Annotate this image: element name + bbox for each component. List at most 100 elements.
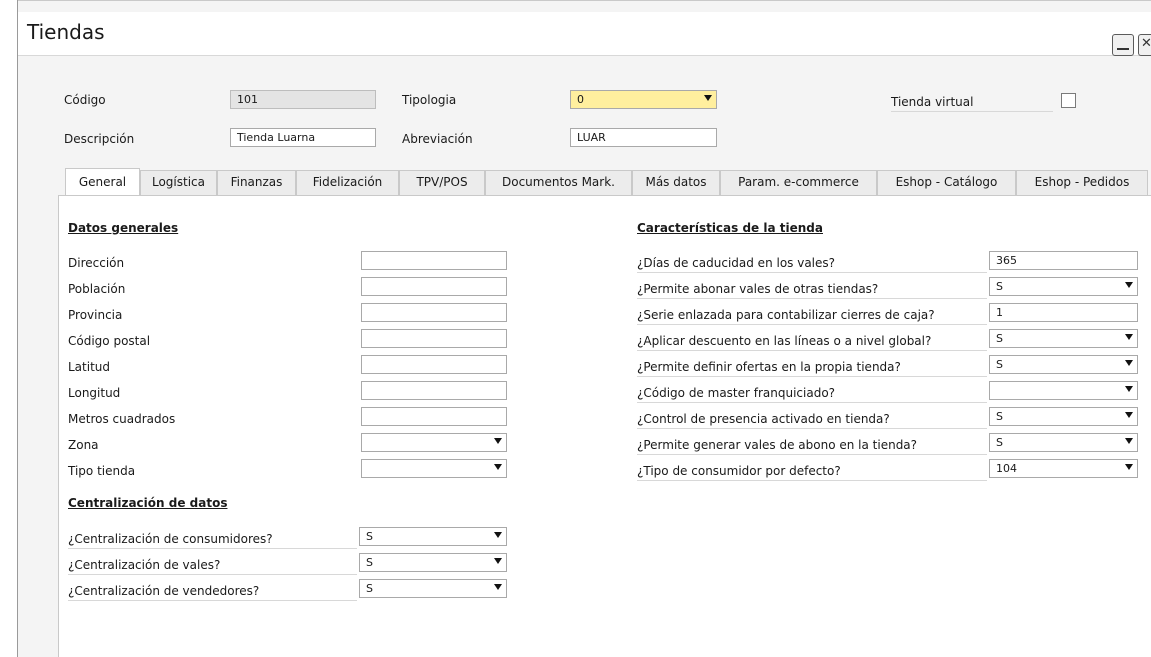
latitud-label: Latitud: [68, 360, 111, 374]
metros-cuadrados-label: Metros cuadrados: [68, 412, 176, 426]
definir-ofertas-underline: [637, 376, 987, 377]
control-presencia-label: ¿Control de presencia activado en tienda…: [637, 412, 890, 426]
provincia-label: Provincia: [68, 308, 123, 322]
tipologia-value: 0: [577, 93, 584, 106]
control-presencia-select[interactable]: S: [989, 407, 1138, 426]
centralizacion-consumidores-underline: [68, 548, 357, 549]
tipo-consumidor-underline: [637, 480, 987, 481]
poblacion-field[interactable]: [361, 277, 507, 296]
abonar-vales-select[interactable]: S: [989, 277, 1138, 296]
vales-abono-select[interactable]: S: [989, 433, 1138, 452]
tipologia-label: Tipologia: [402, 93, 457, 107]
control-presencia-value: S: [996, 410, 1003, 423]
serie-enlazada-label: ¿Serie enlazada para contabilizar cierre…: [637, 308, 935, 322]
abonar-vales-label: ¿Permite abonar vales de otras tiendas?: [637, 282, 879, 296]
centralizacion-vendedores-label: ¿Centralización de vendedores?: [68, 584, 260, 598]
tienda-virtual-underline: [891, 111, 1053, 112]
dias-caducidad-label: ¿Días de caducidad en los vales?: [637, 256, 836, 270]
close-button[interactable]: ✕: [1138, 34, 1151, 56]
general-tab-panel: Datos generales Dirección Población Prov…: [58, 195, 1151, 657]
chevron-down-icon: [1125, 438, 1133, 444]
chevron-down-icon: [1125, 334, 1133, 340]
longitud-field[interactable]: [361, 381, 507, 400]
tab-finanzas[interactable]: Finanzas: [217, 170, 296, 196]
minimize-button[interactable]: [1112, 34, 1134, 56]
longitud-label: Longitud: [68, 386, 121, 400]
close-icon: ✕: [1141, 36, 1151, 51]
abreviacion-field[interactable]: LUAR: [570, 128, 717, 147]
centralizacion-title: Centralización de datos: [68, 496, 228, 510]
aplicar-descuento-value: S: [996, 332, 1003, 345]
codigo-postal-label: Código postal: [68, 334, 151, 348]
dias-caducidad-field[interactable]: 365: [989, 251, 1138, 270]
abreviacion-label: Abreviación: [402, 132, 473, 146]
tiendas-window: Tiendas ✕ Código 101 Tipologia 0 Tienda …: [17, 0, 1151, 657]
master-franquiciado-select[interactable]: [989, 381, 1138, 400]
centralizacion-vales-label: ¿Centralización de vales?: [68, 558, 221, 572]
chevron-down-icon: [1125, 386, 1133, 392]
codigo-postal-field[interactable]: [361, 329, 507, 348]
centralizacion-vales-select[interactable]: S: [359, 553, 507, 572]
tab-fidelizacion[interactable]: Fidelización: [296, 170, 399, 196]
tab-mas-datos[interactable]: Más datos: [632, 170, 720, 196]
chevron-down-icon: [494, 558, 502, 564]
tienda-virtual-checkbox[interactable]: [1061, 93, 1076, 108]
tab-logistica[interactable]: Logística: [140, 170, 217, 196]
centralizacion-vendedores-select[interactable]: S: [359, 579, 507, 598]
serie-enlazada-underline: [637, 324, 987, 325]
centralizacion-vendedores-value: S: [366, 582, 373, 595]
centralizacion-consumidores-select[interactable]: S: [359, 527, 507, 546]
serie-enlazada-field[interactable]: 1: [989, 303, 1138, 322]
tipo-consumidor-value: 104: [996, 462, 1017, 475]
master-franquiciado-label: ¿Código de master franquiciado?: [637, 386, 836, 400]
chevron-down-icon: [1125, 360, 1133, 366]
vales-abono-value: S: [996, 436, 1003, 449]
tipo-tienda-select[interactable]: [361, 459, 507, 478]
tab-eshop-catalogo[interactable]: Eshop - Catálogo: [877, 170, 1016, 196]
poblacion-label: Población: [68, 282, 126, 296]
window-title: Tiendas: [27, 20, 105, 44]
chevron-down-icon: [494, 532, 502, 538]
definir-ofertas-select[interactable]: S: [989, 355, 1138, 374]
metros-cuadrados-field[interactable]: [361, 407, 507, 426]
tienda-virtual-label: Tienda virtual: [891, 95, 974, 109]
codigo-field: 101: [230, 90, 376, 109]
abonar-vales-value: S: [996, 280, 1003, 293]
tab-documentos-mark[interactable]: Documentos Mark.: [485, 170, 632, 196]
centralizacion-consumidores-label: ¿Centralización de consumidores?: [68, 532, 273, 546]
descripcion-label: Descripción: [64, 132, 135, 146]
chevron-down-icon: [494, 438, 502, 444]
centralizacion-consumidores-value: S: [366, 530, 373, 543]
vales-abono-underline: [637, 454, 987, 455]
descripcion-field[interactable]: Tienda Luarna: [230, 128, 376, 147]
direccion-label: Dirección: [68, 256, 125, 270]
tipo-consumidor-label: ¿Tipo de consumidor por defecto?: [637, 464, 841, 478]
definir-ofertas-label: ¿Permite definir ofertas en la propia ti…: [637, 360, 901, 374]
codigo-label: Código: [64, 93, 106, 107]
chevron-down-icon: [704, 95, 712, 101]
tipo-consumidor-select[interactable]: 104: [989, 459, 1138, 478]
zona-label: Zona: [68, 438, 99, 452]
tab-tpv-pos[interactable]: TPV/POS: [399, 170, 485, 196]
aplicar-descuento-label: ¿Aplicar descuento en las líneas o a niv…: [637, 334, 932, 348]
chevron-down-icon: [494, 464, 502, 470]
top-border: [18, 0, 1151, 1]
centralizacion-vendedores-underline: [68, 600, 357, 601]
master-franquiciado-underline: [637, 402, 987, 403]
zona-select[interactable]: [361, 433, 507, 452]
tab-param-ecommerce[interactable]: Param. e-commerce: [720, 170, 877, 196]
aplicar-descuento-underline: [637, 350, 987, 351]
chevron-down-icon: [1125, 464, 1133, 470]
control-presencia-underline: [637, 428, 987, 429]
tab-eshop-pedidos[interactable]: Eshop - Pedidos: [1016, 170, 1148, 196]
chevron-down-icon: [1125, 412, 1133, 418]
tipo-tienda-label: Tipo tienda: [68, 464, 136, 478]
latitud-field[interactable]: [361, 355, 507, 374]
tab-general[interactable]: General: [65, 168, 140, 196]
vales-abono-label: ¿Permite generar vales de abono en la ti…: [637, 438, 918, 452]
centralizacion-vales-underline: [68, 574, 357, 575]
tipologia-select[interactable]: 0: [570, 90, 717, 109]
direccion-field[interactable]: [361, 251, 507, 270]
aplicar-descuento-select[interactable]: S: [989, 329, 1138, 348]
provincia-field[interactable]: [361, 303, 507, 322]
